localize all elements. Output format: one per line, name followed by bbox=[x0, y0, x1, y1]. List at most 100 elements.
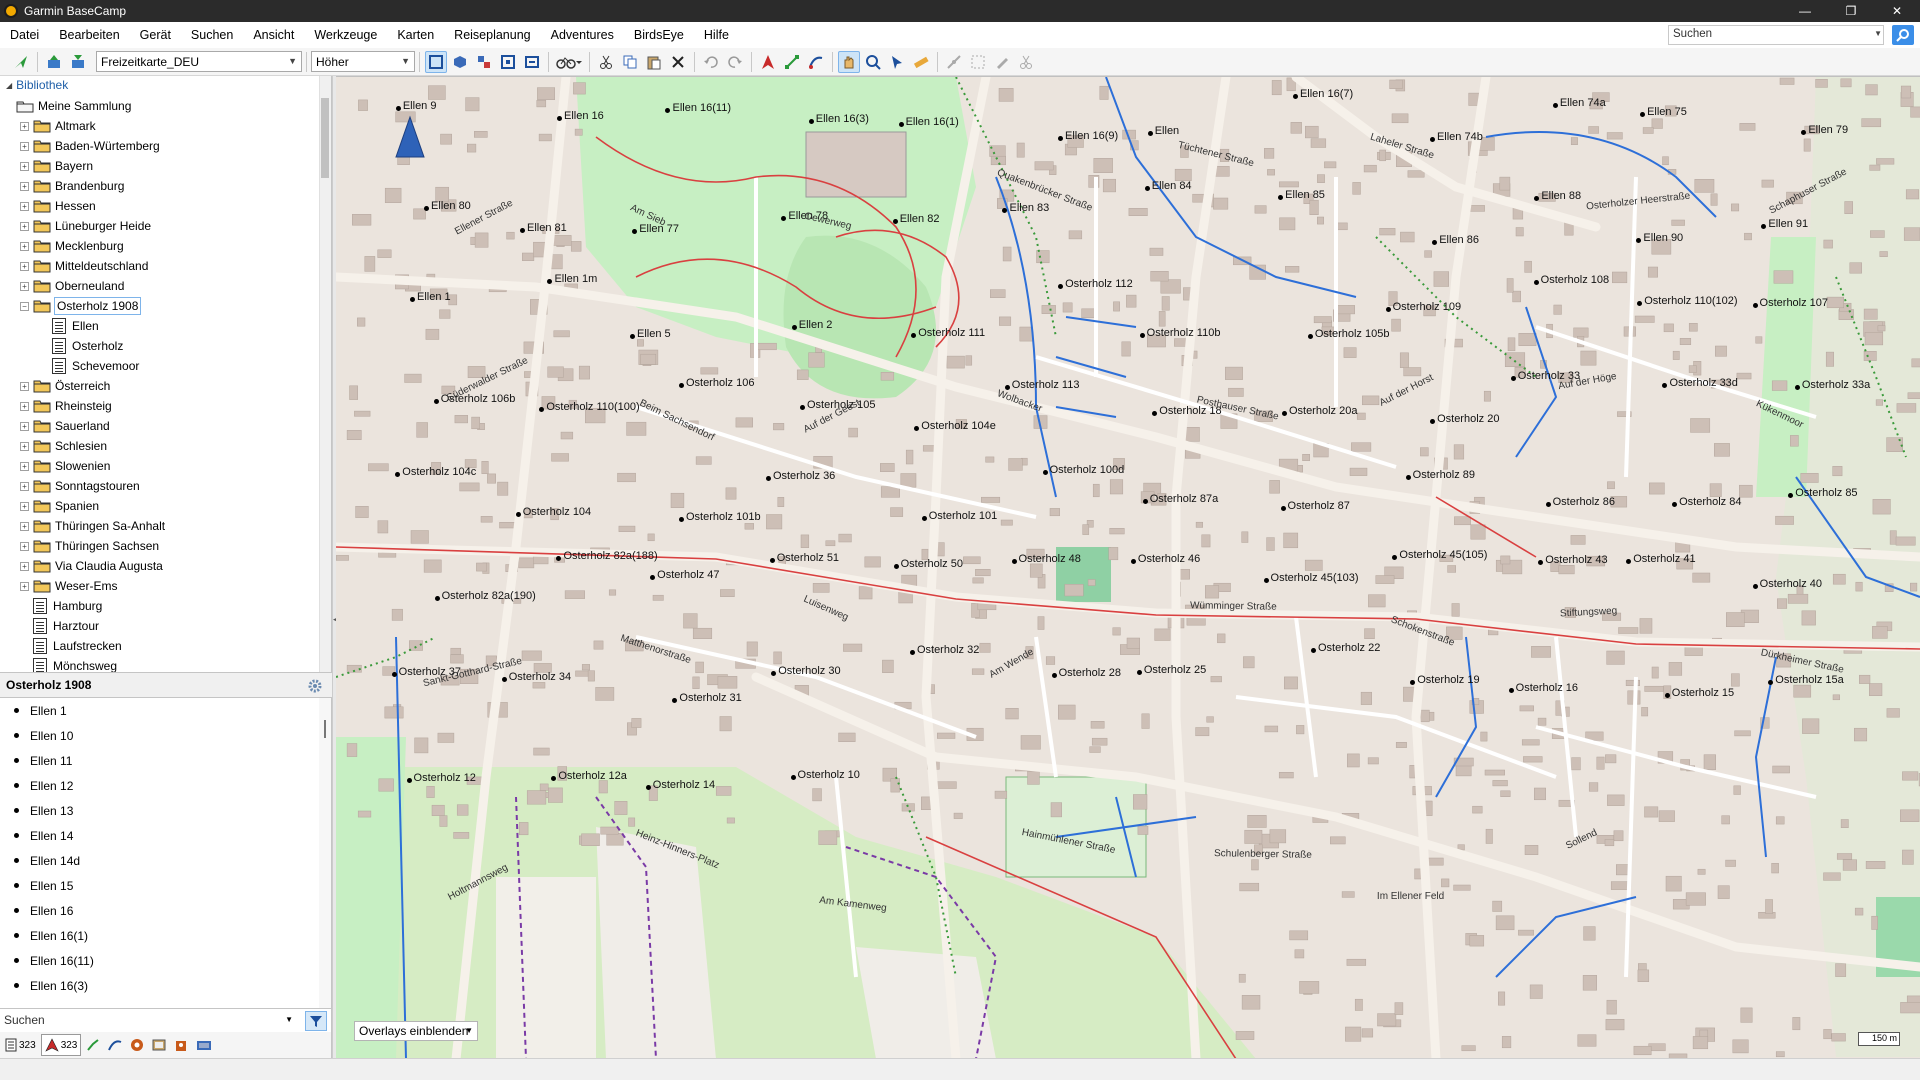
expand-toggle-icon[interactable]: + bbox=[20, 201, 29, 211]
divide-tool-icon[interactable] bbox=[1015, 51, 1037, 73]
waypoint-label[interactable]: Osterholz 20a bbox=[1289, 405, 1357, 417]
list-item[interactable]: Ellen 15 bbox=[0, 873, 331, 898]
sync-icon[interactable] bbox=[521, 51, 543, 73]
expand-toggle-icon[interactable]: + bbox=[20, 501, 29, 511]
waypoint-label[interactable]: Ellen 75 bbox=[1647, 106, 1687, 118]
map-layers-icon[interactable] bbox=[473, 51, 495, 73]
tree-item-folder[interactable]: − Osterholz 1908 bbox=[20, 296, 142, 316]
expand-toggle-icon[interactable]: + bbox=[20, 561, 29, 571]
waypoint-marker[interactable] bbox=[391, 671, 397, 677]
list-item[interactable]: Ellen 13 bbox=[0, 798, 331, 823]
waypoint-label[interactable]: Osterholz 31 bbox=[679, 692, 741, 704]
expand-toggle-icon[interactable]: + bbox=[20, 181, 29, 191]
expand-toggle-icon[interactable]: + bbox=[20, 401, 29, 411]
waypoint-marker[interactable] bbox=[1263, 578, 1269, 584]
waypoint-label[interactable]: Ellen 5 bbox=[637, 328, 671, 340]
waypoint-label[interactable]: Osterholz 34 bbox=[509, 671, 571, 683]
waypoint-label[interactable]: Ellen 90 bbox=[1643, 232, 1683, 244]
waypoint-label[interactable]: Osterholz 104e bbox=[921, 420, 996, 432]
waypoint-label[interactable]: Osterholz 104c bbox=[402, 466, 476, 478]
waypoint-label[interactable]: Ellen 1m bbox=[554, 273, 597, 285]
waypoint-marker[interactable] bbox=[1139, 332, 1145, 338]
detail-level-select[interactable]: Höher ▼ bbox=[311, 51, 415, 72]
waypoint-label[interactable]: Ellen 79 bbox=[1808, 124, 1848, 136]
send-to-device-icon[interactable] bbox=[10, 51, 32, 73]
tree-item-folder[interactable]: + Slowenien bbox=[20, 456, 110, 476]
tree-item-folder[interactable]: + Brandenburg bbox=[20, 176, 124, 196]
photos-tab[interactable] bbox=[149, 1034, 169, 1056]
send-device-icon[interactable] bbox=[67, 51, 89, 73]
waypoint-marker[interactable] bbox=[424, 205, 430, 211]
waypoint-label[interactable]: Ellen 74a bbox=[1560, 97, 1606, 109]
waypoint-marker[interactable] bbox=[1508, 688, 1514, 694]
waypoint-marker[interactable] bbox=[808, 118, 814, 124]
waypoint-marker[interactable] bbox=[1533, 280, 1539, 286]
expand-toggle-icon[interactable]: + bbox=[20, 221, 29, 231]
waypoint-label[interactable]: Ellen 86 bbox=[1439, 234, 1479, 246]
geocache-tab[interactable] bbox=[127, 1034, 147, 1056]
waypoint-label[interactable]: Osterholz 111 bbox=[918, 327, 985, 339]
waypoint-marker[interactable] bbox=[1752, 302, 1758, 308]
waypoint-label[interactable]: Ellen 9 bbox=[403, 100, 437, 112]
search-dropdown-arrow-icon[interactable]: ▼ bbox=[1874, 29, 1882, 38]
tree-item-folder[interactable]: + Spanien bbox=[20, 496, 99, 516]
waypoint-label[interactable]: Osterholz 12 bbox=[414, 772, 476, 784]
hand-tool-icon[interactable] bbox=[838, 50, 860, 73]
waypoint-marker[interactable] bbox=[539, 406, 545, 412]
zoom-extents-icon[interactable] bbox=[497, 51, 519, 73]
waypoint-marker[interactable] bbox=[790, 775, 796, 781]
waypoint-label[interactable]: Osterholz 43 bbox=[1545, 554, 1607, 566]
waypoint-label[interactable]: Osterholz 51 bbox=[777, 552, 839, 564]
waypoint-label[interactable]: Ellen 81 bbox=[527, 222, 567, 234]
waypoint-label[interactable]: Osterholz 45(105) bbox=[1399, 549, 1487, 561]
waypoint-marker[interactable] bbox=[395, 106, 401, 112]
waypoint-marker[interactable] bbox=[1136, 669, 1142, 675]
waypoint-label[interactable]: Osterholz 104 bbox=[523, 506, 591, 518]
gear-icon[interactable] bbox=[306, 677, 324, 695]
waypoint-marker[interactable] bbox=[892, 218, 898, 224]
waypoint-label[interactable]: Osterholz 45(103) bbox=[1271, 572, 1359, 584]
map-canvas[interactable] bbox=[336, 77, 1920, 1058]
waypoint-marker[interactable] bbox=[1788, 492, 1794, 498]
library-scrollbar[interactable] bbox=[319, 76, 331, 672]
waypoint-marker[interactable] bbox=[410, 296, 416, 302]
chevron-down-icon[interactable]: ▼ bbox=[285, 1015, 293, 1024]
waypoint-marker[interactable] bbox=[1280, 505, 1286, 511]
redo-icon[interactable] bbox=[724, 51, 746, 73]
waypoint-label[interactable]: Ellen 16(11) bbox=[672, 102, 731, 114]
copy-icon[interactable] bbox=[619, 51, 641, 73]
expand-toggle-icon[interactable]: + bbox=[20, 481, 29, 491]
cut-icon[interactable] bbox=[595, 51, 617, 73]
waypoint-marker[interactable] bbox=[799, 404, 805, 410]
waypoint-label[interactable]: Osterholz 16 bbox=[1516, 682, 1578, 694]
tree-item-folder[interactable]: + Sonntagstouren bbox=[20, 476, 140, 496]
undo-icon[interactable] bbox=[700, 51, 722, 73]
expand-toggle-icon[interactable]: + bbox=[20, 141, 29, 151]
waypoint-marker[interactable] bbox=[434, 596, 440, 602]
waypoint-label[interactable]: Osterholz 41 bbox=[1633, 553, 1695, 565]
waypoint-label[interactable]: Ellen 1 bbox=[417, 291, 451, 303]
tree-item-folder[interactable]: + Bayern bbox=[20, 156, 93, 176]
tree-item-folder[interactable]: + Sauerland bbox=[20, 416, 110, 436]
waypoint-label[interactable]: Osterholz 28 bbox=[1059, 667, 1121, 679]
waypoint-label[interactable]: Ellen 82 bbox=[900, 213, 940, 225]
waypoint-marker[interactable] bbox=[769, 557, 775, 563]
waypoint-marker[interactable] bbox=[1058, 283, 1064, 289]
tree-item-folder[interactable]: + Mecklenburg bbox=[20, 236, 124, 256]
menu-suchen[interactable]: Suchen bbox=[181, 22, 243, 48]
receive-from-device-icon[interactable] bbox=[43, 51, 65, 73]
menu-karten[interactable]: Karten bbox=[387, 22, 444, 48]
tree-item-list[interactable]: Mönchsweg bbox=[20, 656, 117, 672]
expand-toggle-icon[interactable]: + bbox=[20, 521, 29, 531]
waypoint-label[interactable]: Osterholz 12a bbox=[558, 770, 626, 782]
waypoint-label[interactable]: Osterholz 47 bbox=[657, 569, 719, 581]
waypoint-label[interactable]: Ellen 16(9) bbox=[1065, 130, 1118, 142]
waypoint-label[interactable]: Ellen 80 bbox=[431, 200, 471, 212]
activity-profile-icon[interactable] bbox=[554, 51, 584, 73]
waypoint-marker[interactable] bbox=[1147, 131, 1153, 137]
collapse-caret-icon[interactable]: ◢ bbox=[6, 81, 12, 90]
waypoint-marker[interactable] bbox=[1130, 559, 1136, 565]
waypoint-label[interactable]: Ellen 85 bbox=[1285, 189, 1325, 201]
waypoint-label[interactable]: Osterholz 108 bbox=[1541, 274, 1609, 286]
waypoint-label[interactable]: Ellen 84 bbox=[1152, 180, 1192, 192]
